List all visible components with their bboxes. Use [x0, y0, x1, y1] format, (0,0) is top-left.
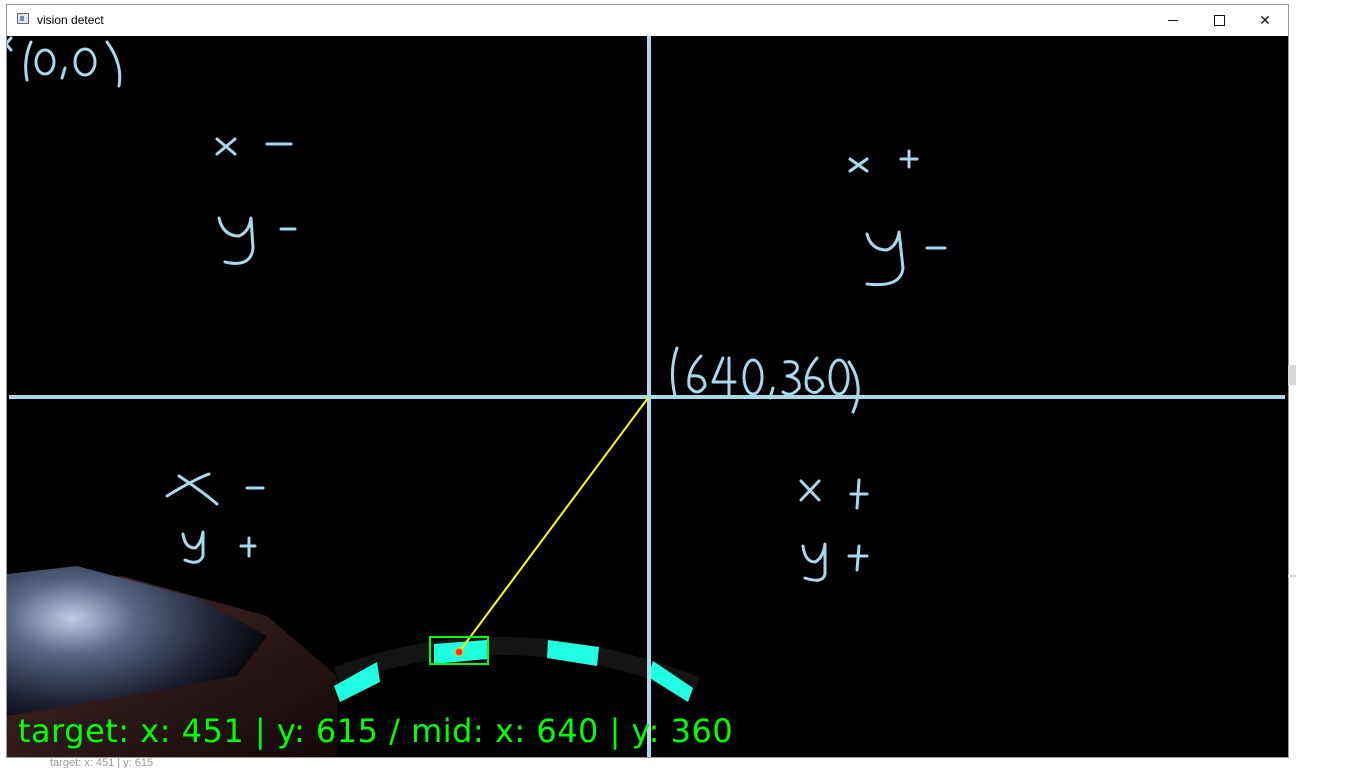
minimize-button[interactable] — [1150, 5, 1196, 36]
camera-overlay — [7, 36, 1285, 757]
detection-status-text: target: x: 451 | y: 615 / mid: x: 640 | … — [18, 712, 734, 750]
origin-label — [7, 36, 122, 88]
close-button[interactable]: ✕ — [1242, 5, 1288, 36]
q4-label — [799, 478, 869, 582]
app-icon — [17, 13, 29, 24]
marker-middle — [547, 640, 599, 666]
center-label — [670, 346, 860, 414]
target-line — [458, 397, 649, 653]
target-dot — [454, 647, 464, 657]
background-text: target: x: 451 | y: 615 — [50, 757, 154, 768]
background-window-edge-2 — [1288, 575, 1296, 577]
scene-arc — [333, 636, 701, 695]
q3-label — [165, 472, 265, 564]
maximize-button[interactable] — [1196, 5, 1242, 36]
maximize-icon — [1213, 15, 1225, 26]
minimize-icon — [1168, 20, 1178, 21]
close-icon: ✕ — [1259, 12, 1271, 29]
q2-label — [848, 149, 947, 287]
title-bar[interactable]: vision detect ✕ — [7, 5, 1288, 36]
background-window-edge — [1288, 365, 1296, 385]
camera-view: target: x: 451 | y: 615 / mid: x: 640 | … — [7, 36, 1288, 757]
vision-detect-window: vision detect ✕ target: x: 451 | y: 615 … — [7, 5, 1288, 757]
window-title: vision detect — [37, 13, 104, 27]
q1-label — [215, 137, 297, 265]
